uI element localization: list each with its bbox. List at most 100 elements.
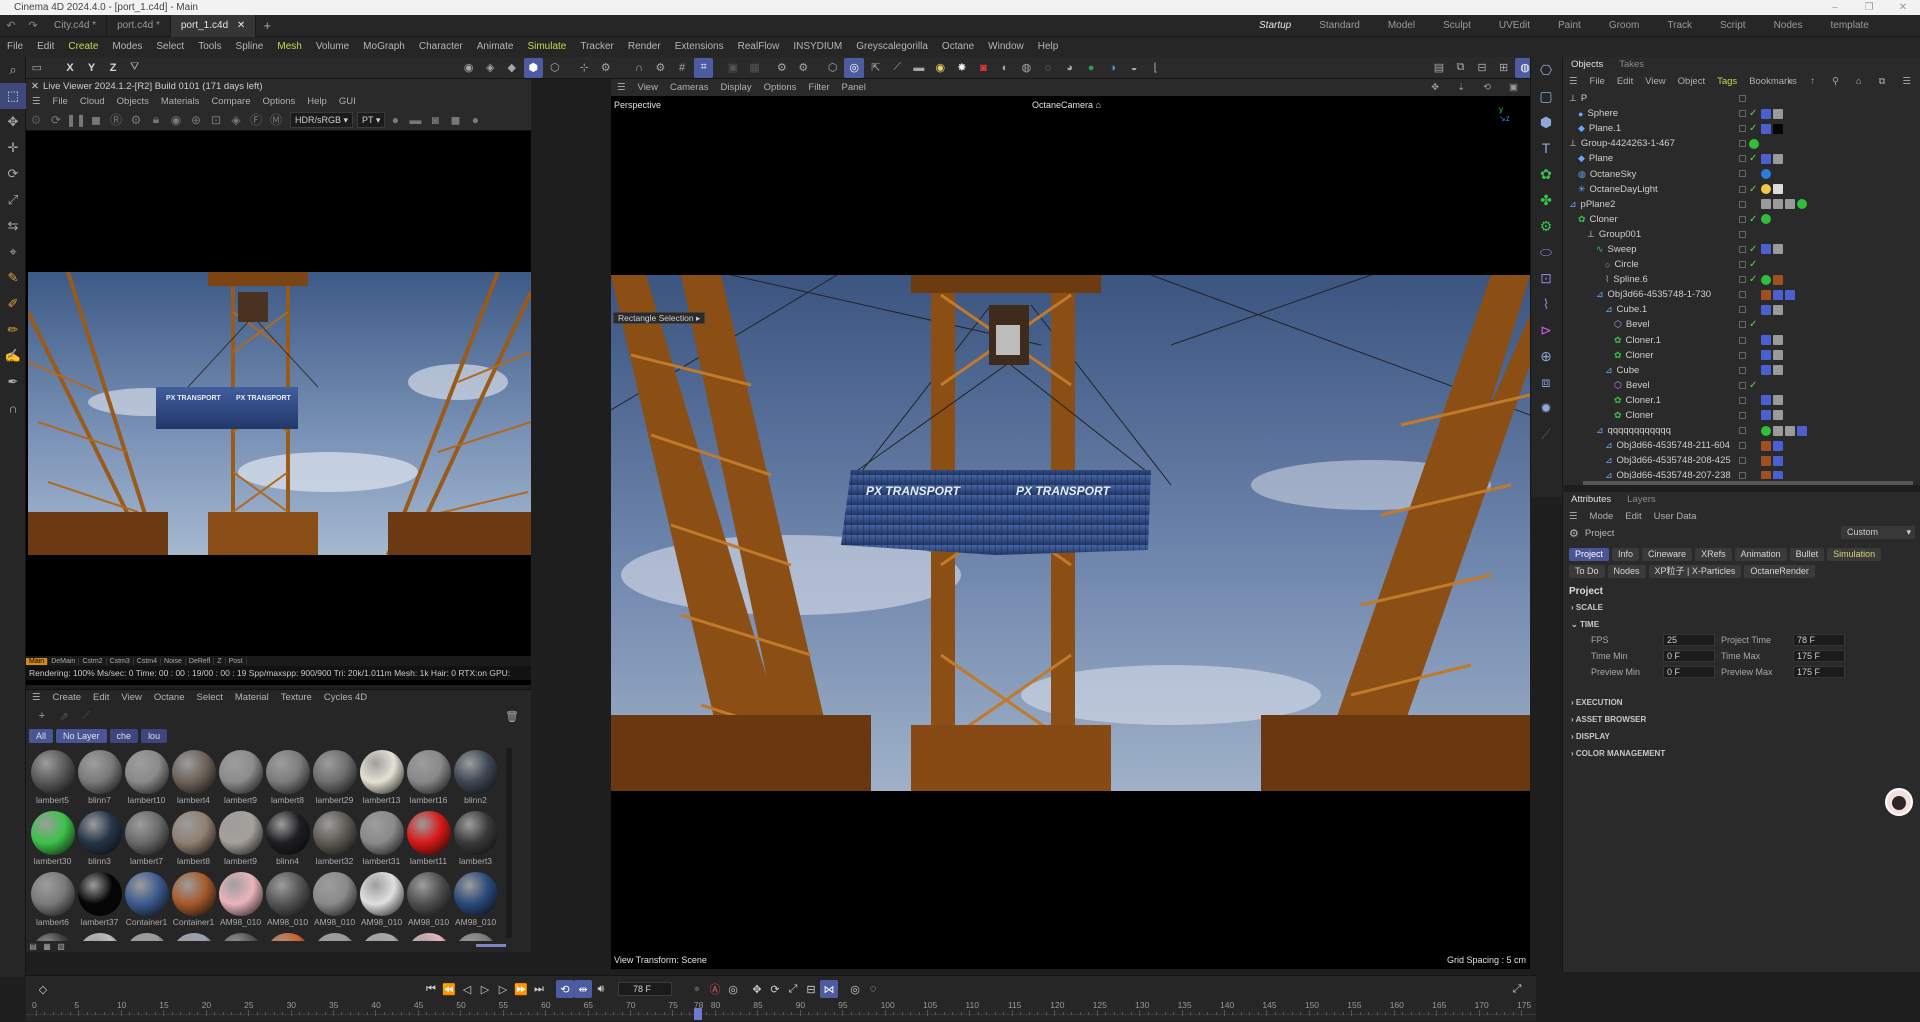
object-row[interactable]: ⊿ pPlane2 (1563, 197, 1920, 212)
doc-tab-port[interactable]: port.c4d * (107, 14, 171, 37)
mat-blue-tag-icon[interactable] (1761, 335, 1771, 345)
doc-tab-city[interactable]: City.c4d * (44, 14, 108, 37)
redo-icon[interactable]: ↷ (23, 16, 43, 36)
octane-corner-icon[interactable]: ⌊ (1146, 58, 1166, 78)
vp-menu-view[interactable]: View (632, 79, 664, 96)
section-time[interactable]: ⌄ TIME (1563, 616, 1920, 633)
octane-light-icon[interactable]: ✸ (952, 58, 972, 78)
sound-icon[interactable]: 🔊︎ (592, 980, 610, 998)
cube-outline-icon[interactable]: ▢ (1531, 83, 1561, 109)
enabled-check-icon[interactable]: ✓ (1749, 274, 1758, 285)
restart-render-icon[interactable]: ⟳ (46, 111, 66, 129)
object-row[interactable]: ⌇ Spline.6 ✓ (1563, 272, 1920, 287)
motion-system-icon[interactable]: ◎ (846, 980, 864, 998)
hamburger-icon[interactable]: ☰ (1563, 509, 1584, 524)
mat-brown-tag-icon[interactable] (1773, 274, 1783, 285)
mat-gray-tag-icon[interactable] (1773, 335, 1783, 345)
material-swatch[interactable]: AM98_010 (311, 870, 358, 931)
octane-vdb-icon[interactable]: ◕ (1060, 58, 1080, 78)
lv-menu-compare[interactable]: Compare (205, 94, 256, 109)
object-tree-scrollbar[interactable] (1583, 481, 1913, 485)
text-create-icon[interactable]: T (1531, 135, 1561, 161)
hamburger-icon[interactable]: ☰ (26, 690, 47, 706)
dot-icon-3[interactable]: ◼ (445, 111, 465, 129)
lock-icon[interactable]: 🔒︎ (146, 111, 166, 129)
attr-menu-edit[interactable]: Edit (1619, 509, 1647, 524)
object-row[interactable]: ✿ Cloner.1 (1563, 393, 1920, 408)
x-axis-lock[interactable]: X (60, 58, 80, 78)
preview-max-field[interactable]: 175 F (1793, 666, 1845, 678)
layout-icon-3[interactable]: ⊟ (1472, 58, 1492, 78)
material-swatch[interactable]: lambert29 (311, 748, 358, 809)
mat-gray-tag-icon[interactable] (1773, 410, 1783, 421)
record-icon[interactable]: ● (688, 980, 706, 998)
section-display[interactable]: › DISPLAY (1563, 728, 1920, 745)
material-swatch[interactable]: blinn2 (452, 748, 499, 809)
layout-icon-2[interactable]: ⧉ (1451, 58, 1471, 78)
section-scale[interactable]: › SCALE (1563, 599, 1920, 616)
scheme-icon[interactable]: ◌ (864, 980, 882, 998)
next-key-icon[interactable]: ⏩ (512, 980, 530, 998)
visibility-toggle[interactable] (1739, 442, 1746, 450)
settings-gear-icon[interactable]: ⚙ (596, 58, 616, 78)
sun-tag-icon[interactable] (1761, 184, 1771, 195)
dot-icon-2[interactable]: ▬ (405, 111, 425, 129)
enabled-check-icon[interactable]: ✓ (1749, 380, 1758, 391)
time-max-field[interactable]: 175 F (1793, 650, 1845, 662)
mat-blue-tag-icon[interactable] (1761, 304, 1771, 315)
octane-fog-icon[interactable]: ◌ (1038, 58, 1058, 78)
attr-tab-attributes[interactable]: Attributes (1563, 492, 1619, 508)
om-tab-objects[interactable]: Objects (1563, 57, 1611, 73)
mat-brown-tag-icon[interactable] (1761, 440, 1771, 451)
mat-blue-tag-icon[interactable] (1761, 108, 1771, 119)
octane-env-icon[interactable]: ◍ (1017, 58, 1037, 78)
visibility-toggle[interactable] (1739, 411, 1746, 419)
gear-tag-icon[interactable] (1773, 184, 1783, 195)
lv-menu-objects[interactable]: Objects (111, 94, 155, 109)
visibility-toggle[interactable] (1739, 291, 1746, 299)
thumbnail-size-slider[interactable] (476, 944, 506, 947)
layout-tab-startup[interactable]: Startup (1245, 15, 1305, 37)
menu-file[interactable]: File (0, 37, 30, 57)
region-render-icon[interactable]: Ⓡ (106, 111, 126, 129)
delete-icon[interactable]: 🗑︎ (502, 706, 522, 726)
new-window-icon[interactable]: ⧉ (1873, 74, 1892, 89)
pan-icon[interactable]: ✥ (1425, 79, 1445, 96)
close-tab-icon[interactable]: ✕ (237, 20, 245, 31)
menu-greyscalegorilla[interactable]: Greyscalegorilla (849, 37, 935, 57)
render-view-icon[interactable]: ▦ (745, 58, 765, 78)
project-time-field[interactable]: 78 F (1793, 634, 1845, 646)
mat-blue-tag-icon[interactable] (1761, 123, 1771, 134)
menu-edit[interactable]: Edit (30, 37, 61, 57)
mat-brown-tag-icon[interactable] (1761, 470, 1771, 479)
green-dot-tag-icon[interactable] (1761, 274, 1771, 285)
mat-gray-tag-icon[interactable] (1773, 365, 1783, 376)
visibility-toggle[interactable] (1739, 140, 1746, 148)
material-swatch[interactable]: lambert30 (29, 809, 76, 870)
object-row[interactable]: ✿ Cloner (1563, 408, 1920, 423)
kernel-select[interactable]: PT ▾ (357, 111, 386, 128)
mat-gray-tag-icon[interactable] (1773, 395, 1783, 406)
visibility-toggle[interactable] (1739, 336, 1746, 344)
enabled-check-icon[interactable]: ✓ (1749, 153, 1758, 164)
green-dot-tag-icon[interactable] (1797, 199, 1807, 210)
render-queue-icon[interactable]: ⚙ (794, 58, 814, 78)
material-swatch[interactable]: Container1 (170, 870, 217, 931)
transfer-icon[interactable]: ⇆ (0, 213, 26, 239)
menu-volume[interactable]: Volume (309, 37, 356, 57)
playhead[interactable] (693, 1008, 702, 1020)
octane-sphere-icon[interactable]: ◐ (995, 58, 1015, 78)
key-position-icon[interactable]: ✥ (748, 980, 766, 998)
menu-modes[interactable]: Modes (105, 37, 149, 57)
dot-icon-4[interactable]: ● (465, 111, 485, 129)
camera-create-icon[interactable]: ⎔ (1531, 57, 1561, 83)
object-row[interactable]: ⊿ Cube (1563, 363, 1920, 378)
mat-blue-tag-icon[interactable] (1773, 455, 1783, 466)
menu-select[interactable]: Select (149, 37, 191, 57)
material-swatch[interactable]: lambert6 (29, 870, 76, 931)
mat-menu-texture[interactable]: Texture (275, 690, 318, 706)
effector-icon[interactable]: ⚙ (1531, 213, 1561, 239)
live-viewer-render[interactable]: PX TRANSPORT PX TRANSPORT (28, 272, 531, 555)
visibility-toggle[interactable] (1739, 321, 1746, 329)
field-icon[interactable]: ⊡ (1531, 265, 1561, 291)
